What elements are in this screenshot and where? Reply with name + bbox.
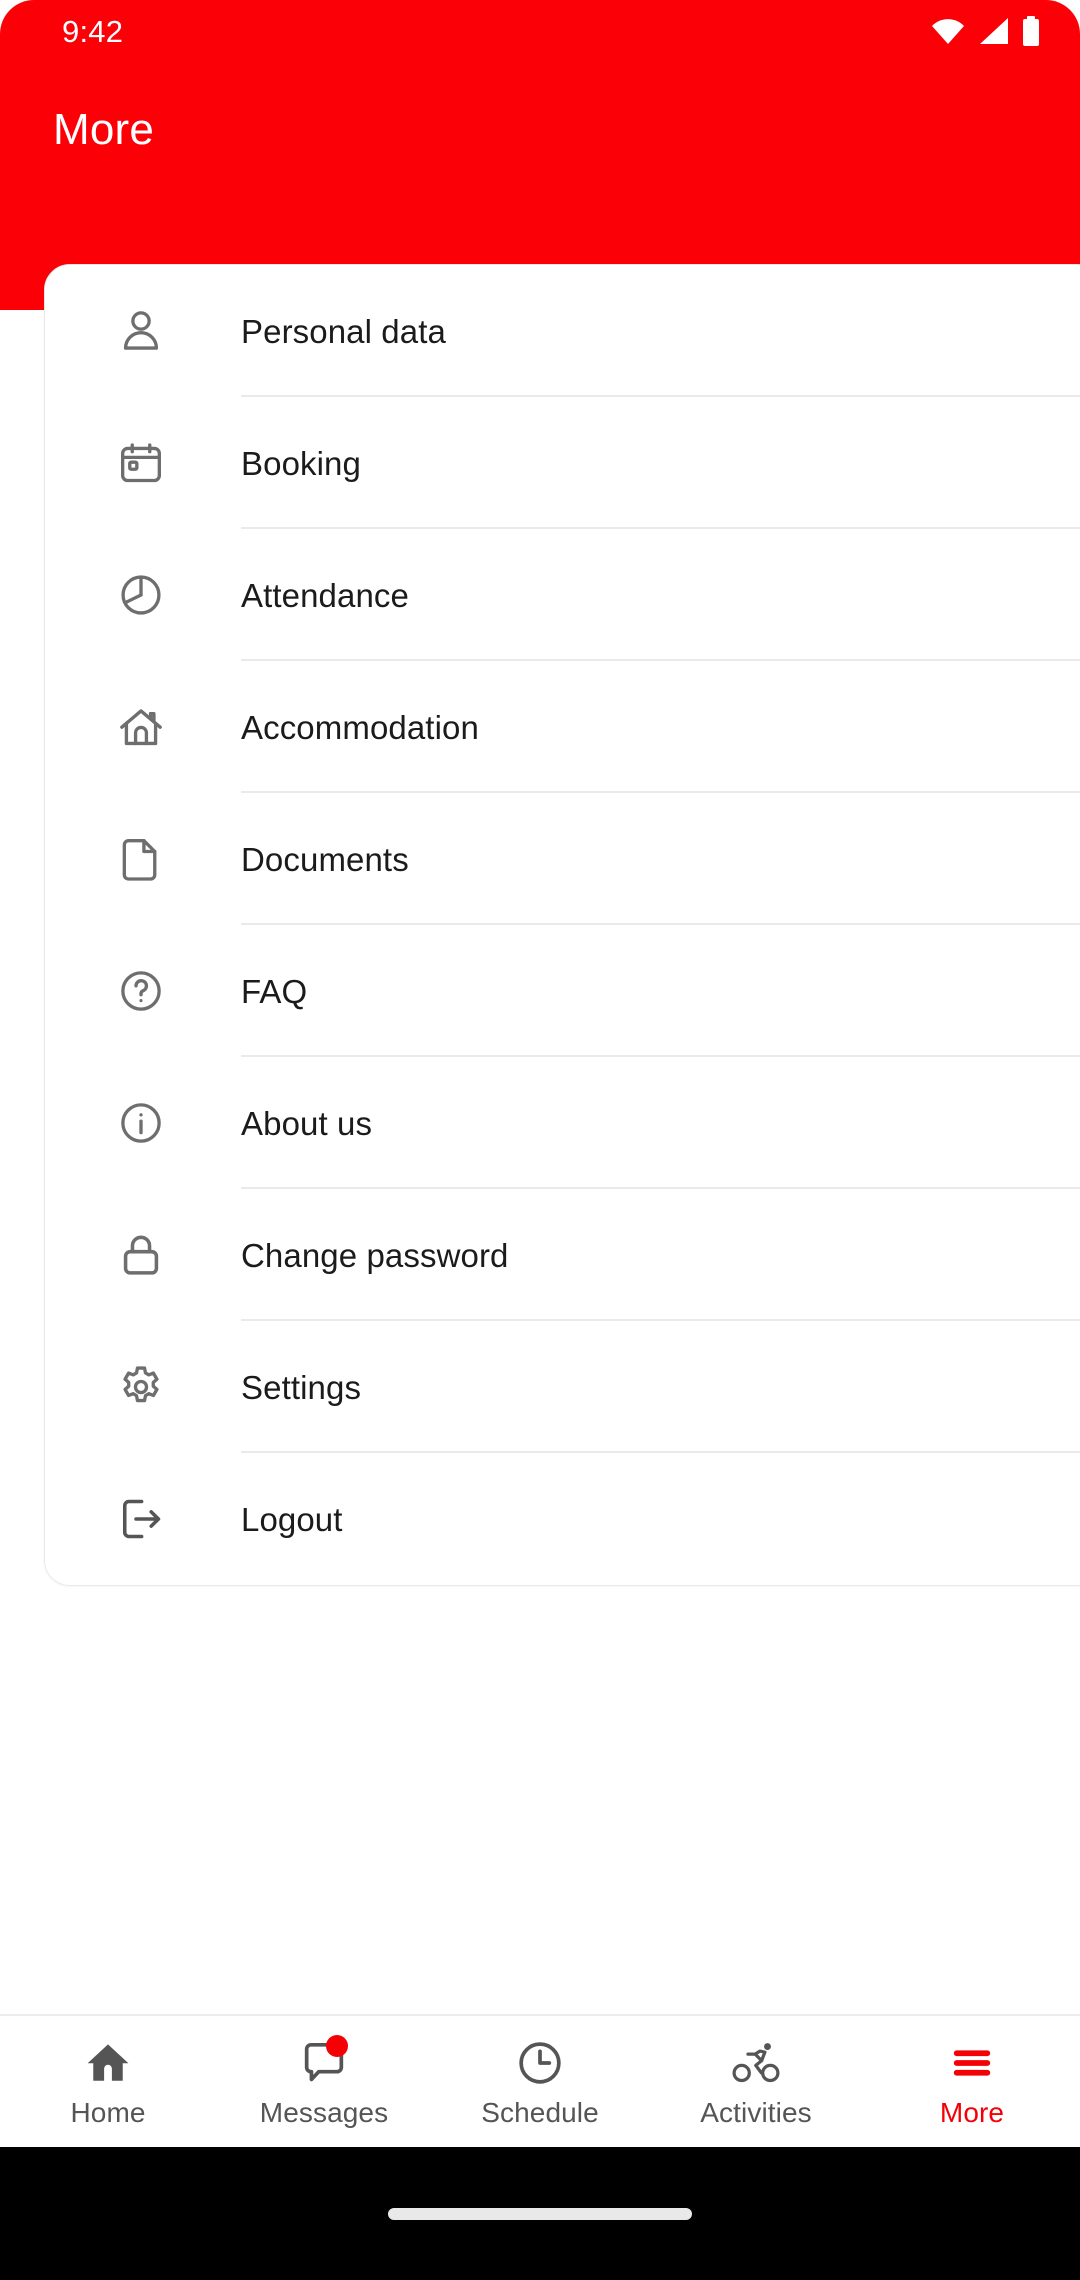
clock-icon (514, 2037, 566, 2089)
menu-item-change-password[interactable]: Change password (45, 1189, 1080, 1321)
question-circle-icon (103, 966, 179, 1016)
info-circle-icon (103, 1098, 179, 1148)
page-title: More (53, 105, 155, 154)
status-bar-icons (930, 16, 1040, 46)
menu-item-attendance[interactable]: Attendance (45, 529, 1080, 661)
menu-item-label: Booking (241, 444, 361, 482)
lock-icon (103, 1230, 179, 1280)
menu-item-logout[interactable]: Logout (45, 1453, 1080, 1585)
phone-screen: 9:42 More Personal data Booking Attendan… (0, 0, 1080, 2280)
nav-item-activities[interactable]: Activities (648, 2016, 864, 2147)
nav-item-label: More (939, 2096, 1005, 2128)
hamburger-menu-icon (946, 2037, 998, 2089)
menu-card: Personal data Booking Attendance Accommo… (44, 264, 1080, 1586)
cellular-signal-icon (978, 16, 1010, 46)
gear-icon (103, 1362, 179, 1412)
home-filled-icon (82, 2037, 134, 2089)
nav-item-more[interactable]: More (864, 2016, 1080, 2147)
home-icon (103, 702, 179, 752)
wifi-icon (930, 16, 966, 46)
system-gesture-area (0, 2147, 1080, 2280)
nav-item-label: Home (70, 2096, 146, 2128)
menu-item-label: Settings (241, 1368, 362, 1406)
menu-item-label: Documents (241, 840, 409, 878)
nav-item-messages[interactable]: Messages (216, 2016, 432, 2147)
status-bar-clock: 9:42 (62, 13, 124, 49)
menu-item-label: Logout (241, 1500, 343, 1538)
nav-item-label: Messages (259, 2096, 389, 2128)
person-icon (103, 306, 179, 356)
status-bar: 9:42 (0, 0, 1080, 62)
document-icon (103, 834, 179, 884)
menu-item-booking[interactable]: Booking (45, 397, 1080, 529)
home-gesture-bar[interactable] (388, 2207, 692, 2220)
menu-item-label: Personal data (241, 312, 446, 350)
menu-item-label: Accommodation (241, 708, 479, 746)
cyclist-icon (730, 2037, 782, 2089)
nav-item-home[interactable]: Home (0, 2016, 216, 2147)
menu-item-accommodation[interactable]: Accommodation (45, 661, 1080, 793)
nav-item-schedule[interactable]: Schedule (432, 2016, 648, 2147)
messages-badge-dot (326, 2034, 348, 2057)
menu-item-label: About us (241, 1104, 373, 1142)
logout-icon (103, 1494, 179, 1544)
menu-item-faq[interactable]: FAQ (45, 925, 1080, 1057)
pie-chart-icon (103, 570, 179, 620)
menu-item-about-us[interactable]: About us (45, 1057, 1080, 1189)
menu-item-personal-data[interactable]: Personal data (45, 265, 1080, 397)
nav-item-label: Activities (700, 2096, 812, 2128)
battery-icon (1022, 16, 1040, 46)
calendar-event-icon (103, 438, 179, 488)
menu-item-label: Attendance (241, 576, 409, 614)
menu-item-label: FAQ (241, 972, 308, 1010)
nav-item-label: Schedule (481, 2096, 599, 2128)
menu-item-label: Change password (241, 1236, 509, 1274)
menu-item-documents[interactable]: Documents (45, 793, 1080, 925)
bottom-navigation-bar: Home Messages Schedule Activities More (0, 2014, 1080, 2147)
menu-item-settings[interactable]: Settings (45, 1321, 1080, 1453)
chat-bubble-icon (298, 2034, 350, 2089)
